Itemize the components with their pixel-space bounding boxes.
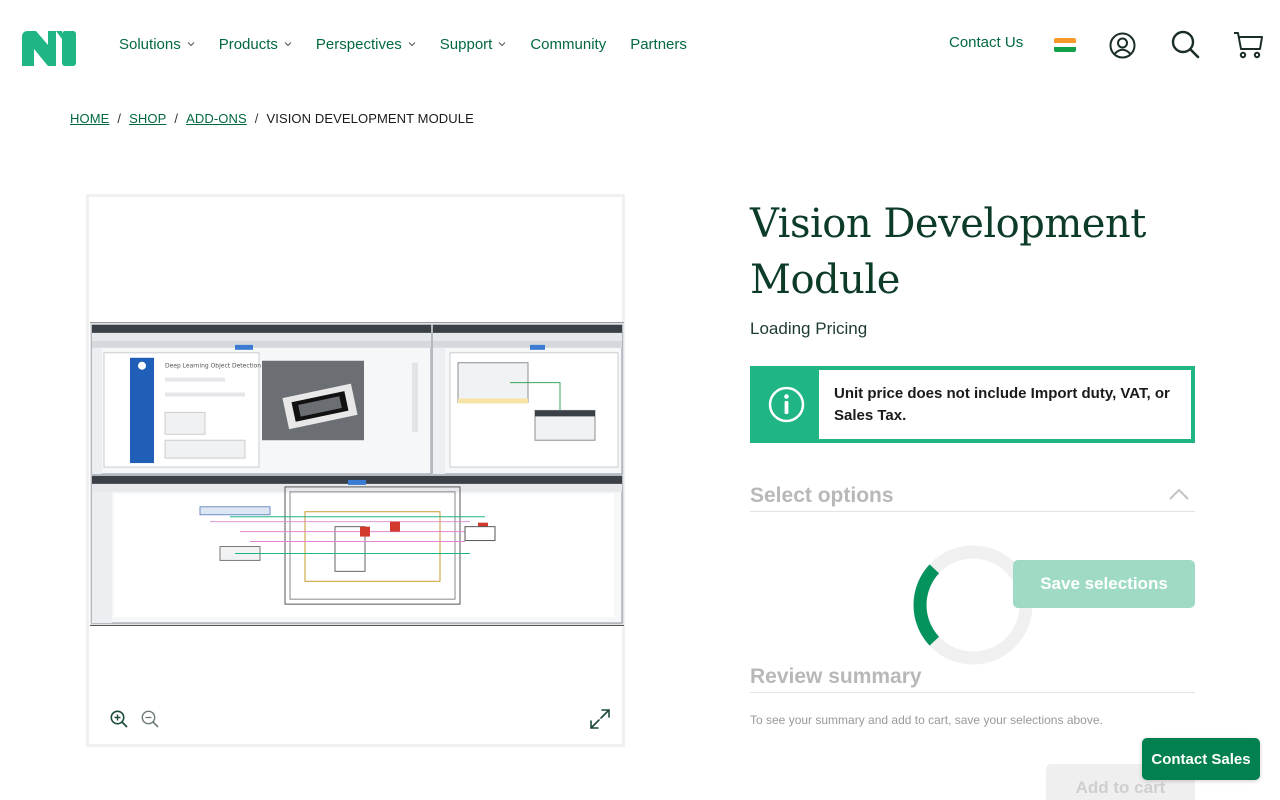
expand-icon[interactable] xyxy=(589,708,611,730)
section-divider xyxy=(750,511,1195,512)
breadcrumb-add-ons[interactable]: ADD-ONS xyxy=(186,111,247,126)
india-flag-icon[interactable] xyxy=(1054,38,1076,52)
breadcrumb-separator: / xyxy=(174,111,179,126)
zoom-out-icon[interactable] xyxy=(141,710,159,728)
chevron-down-icon xyxy=(284,42,292,47)
ni-logo-icon[interactable] xyxy=(22,31,76,66)
contact-us-link[interactable]: Contact Us xyxy=(949,34,1023,51)
nav-item-label: Perspectives xyxy=(315,35,402,53)
chevron-down-icon xyxy=(408,42,416,47)
chevron-down-icon xyxy=(187,42,195,47)
nav-item-solutions[interactable]: Solutions xyxy=(119,36,195,53)
nav-item-community[interactable]: Community xyxy=(530,36,606,53)
info-icon xyxy=(768,386,805,423)
price-notice: Unit price does not include Import duty,… xyxy=(750,366,1195,443)
select-options-title[interactable]: Select options xyxy=(750,484,894,508)
summary-note: To see your summary and add to cart, sav… xyxy=(750,713,1103,727)
product-gallery: Deep Learning Object Detection xyxy=(86,194,625,747)
breadcrumb: HOME / SHOP / ADD-ONS / VISION DEVELOPME… xyxy=(70,111,474,126)
breadcrumb-separator: / xyxy=(117,111,122,126)
svg-text:Deep Learning Object Detection: Deep Learning Object Detection xyxy=(165,363,261,370)
price-notice-text: Unit price does not include Import duty,… xyxy=(819,370,1191,439)
chevron-up-icon[interactable] xyxy=(1168,487,1190,501)
pricing-status: Loading Pricing xyxy=(750,319,868,338)
product-title: Vision Development Module xyxy=(750,201,1146,303)
nav-item-label: Partners xyxy=(630,35,687,53)
breadcrumb-separator: / xyxy=(254,111,259,126)
account-icon[interactable] xyxy=(1109,32,1136,59)
search-icon[interactable] xyxy=(1171,30,1200,59)
breadcrumb-shop[interactable]: SHOP xyxy=(129,111,166,126)
nav-item-perspectives[interactable]: Perspectives xyxy=(316,36,416,53)
review-summary-title: Review summary xyxy=(750,665,922,688)
nav-item-support[interactable]: Support xyxy=(440,36,507,53)
contact-sales-button[interactable]: Contact Sales xyxy=(1142,738,1260,780)
site-header: Solutions Products Perspectives Support … xyxy=(0,0,1280,88)
save-selections-button[interactable]: Save selections xyxy=(1013,560,1195,608)
nav-item-label: Solutions xyxy=(119,35,181,53)
nav-item-label: Support xyxy=(439,35,493,53)
chevron-down-icon xyxy=(498,42,506,47)
nav-item-products[interactable]: Products xyxy=(219,36,292,53)
nav-item-partners[interactable]: Partners xyxy=(630,36,687,53)
main-nav: Solutions Products Perspectives Support … xyxy=(119,34,711,54)
nav-item-label: Products xyxy=(218,35,278,53)
breadcrumb-home[interactable]: HOME xyxy=(70,111,109,126)
nav-item-label: Community xyxy=(530,35,607,53)
product-screenshot[interactable]: Deep Learning Object Detection xyxy=(90,322,624,626)
section-divider xyxy=(750,692,1195,693)
cart-icon[interactable] xyxy=(1233,31,1264,59)
zoom-in-icon[interactable] xyxy=(110,710,128,728)
breadcrumb-current: VISION DEVELOPMENT MODULE xyxy=(266,111,474,126)
